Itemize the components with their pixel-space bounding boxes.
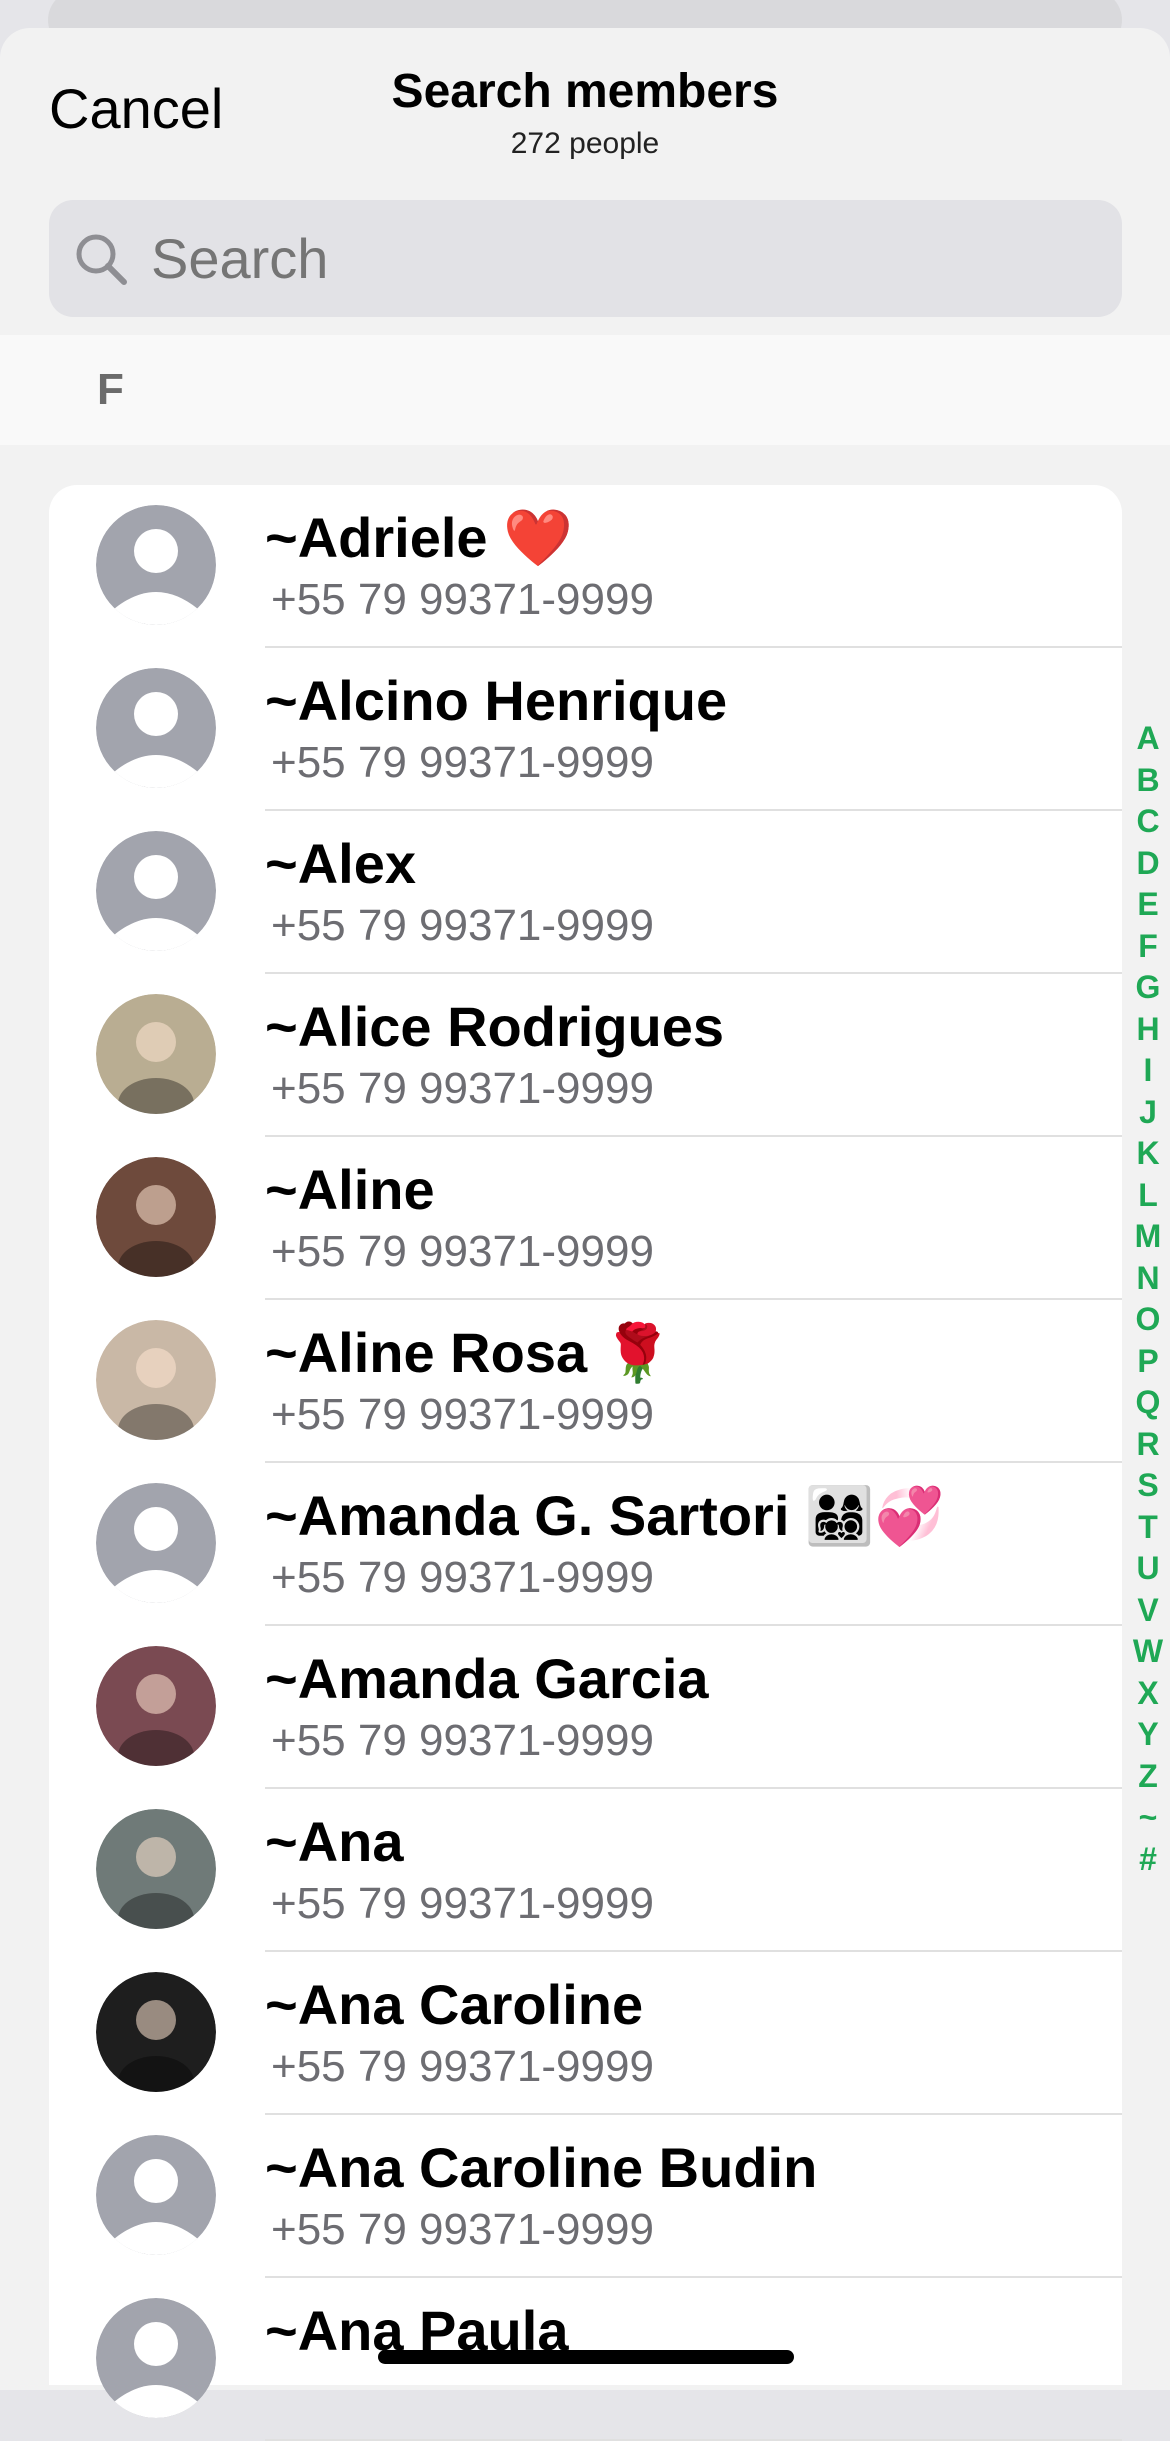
member-row[interactable]: ~Amanda G. Sartori 👨‍👩‍👧‍👦💞 +55 79 99371-… <box>49 1463 1122 1626</box>
member-row[interactable]: ~Ana Caroline +55 79 99371-9999 <box>49 1952 1122 2115</box>
sheet-header: Search members 272 people <box>0 64 1170 161</box>
index-letter[interactable]: K <box>1136 1133 1159 1175</box>
index-letter[interactable]: Q <box>1136 1382 1161 1424</box>
avatar-photo <box>96 1320 216 1440</box>
index-letter[interactable]: I <box>1144 1050 1153 1092</box>
default-avatar-icon <box>96 2135 216 2255</box>
member-phone: +55 79 99371-9999 <box>271 2042 654 2091</box>
index-letter[interactable]: P <box>1137 1341 1158 1383</box>
index-letter[interactable]: T <box>1138 1507 1158 1549</box>
index-letter[interactable]: C <box>1136 801 1159 843</box>
member-name: ~Ana Caroline Budin <box>265 2136 818 2199</box>
alphabet-index[interactable]: A B C D E F G H I J K L M N O P Q R S T U V W X Y Z ~ # <box>1130 718 1166 1880</box>
page-title: Search members <box>391 65 779 118</box>
index-letter[interactable]: D <box>1136 843 1159 885</box>
index-letter[interactable]: J <box>1139 1092 1157 1134</box>
index-letter[interactable]: Y <box>1137 1714 1158 1756</box>
member-row[interactable]: ~Alice Rodrigues +55 79 99371-9999 <box>49 974 1122 1137</box>
index-letter[interactable]: G <box>1136 967 1161 1009</box>
member-name: ~Ana <box>265 1810 404 1873</box>
member-phone: +55 79 99371-9999 <box>271 1553 654 1602</box>
member-row[interactable]: ~Ana Caroline Budin +55 79 99371-9999 <box>49 2115 1122 2278</box>
member-row[interactable]: ~Amanda Garcia +55 79 99371-9999 <box>49 1626 1122 1789</box>
member-row[interactable]: ~Aline +55 79 99371-9999 <box>49 1137 1122 1300</box>
member-row[interactable]: ~Ana +55 79 99371-9999 <box>49 1789 1122 1952</box>
member-row[interactable]: ~Aline Rosa 🌹 +55 79 99371-9999 <box>49 1300 1122 1463</box>
member-name: ~Amanda Garcia <box>265 1647 709 1710</box>
index-letter[interactable]: A <box>1136 718 1159 760</box>
member-phone: +55 79 99371-9999 <box>271 1227 654 1276</box>
index-letter[interactable]: H <box>1136 1009 1159 1051</box>
index-letter[interactable]: M <box>1135 1216 1162 1258</box>
index-letter[interactable]: U <box>1136 1548 1159 1590</box>
search-icon <box>76 234 127 285</box>
member-count: 272 people <box>510 127 660 160</box>
member-phone: +55 79 99371-9999 <box>271 2205 654 2254</box>
avatar-photo <box>96 1646 216 1766</box>
index-letter[interactable]: N <box>1136 1258 1159 1300</box>
member-phone: +55 79 99371-9999 <box>271 1064 654 1113</box>
index-letter[interactable]: X <box>1137 1673 1158 1715</box>
member-name: ~Adriele ❤️ <box>265 506 573 569</box>
home-indicator <box>378 2350 794 2364</box>
member-name: ~Alcino Henrique <box>265 669 728 732</box>
avatar-photo <box>96 1972 216 2092</box>
index-letter[interactable]: L <box>1138 1175 1158 1217</box>
member-phone: +55 79 99371-9999 <box>271 1879 654 1928</box>
default-avatar-icon <box>96 1483 216 1603</box>
search-input[interactable] <box>149 225 1053 292</box>
member-name: ~Amanda G. Sartori 👨‍👩‍👧‍👦💞 <box>265 1484 945 1547</box>
default-avatar-icon <box>96 668 216 788</box>
member-phone: +55 79 99371-9999 <box>271 738 654 787</box>
member-name: ~Aline <box>265 1158 435 1221</box>
index-letter[interactable]: O <box>1136 1299 1161 1341</box>
member-name: ~Ana Caroline <box>265 1973 644 2036</box>
default-avatar-icon <box>96 831 216 951</box>
index-letter[interactable]: # <box>1139 1839 1157 1881</box>
member-list: ~Adriele ❤️ +55 79 99371-9999 ~Alcino Henr… <box>49 485 1122 2441</box>
member-row[interactable]: ~Alex +55 79 99371-9999 <box>49 811 1122 974</box>
section-letter: F <box>97 365 124 414</box>
default-avatar-icon <box>96 2298 216 2418</box>
member-name: ~Alex <box>265 832 416 895</box>
avatar-photo <box>96 994 216 1114</box>
index-letter[interactable]: E <box>1137 884 1158 926</box>
member-phone: +55 79 99371-9999 <box>271 1390 654 1439</box>
member-phone: +55 79 99371-9999 <box>271 1716 654 1765</box>
member-name: ~Aline Rosa 🌹 <box>265 1321 673 1384</box>
member-phone: +55 79 99371-9999 <box>271 575 654 624</box>
member-row[interactable]: ~Alcino Henrique +55 79 99371-9999 <box>49 648 1122 811</box>
index-letter[interactable]: ~ <box>1139 1797 1158 1839</box>
member-row[interactable]: ~Adriele ❤️ +55 79 99371-9999 <box>49 485 1122 648</box>
member-name: ~Alice Rodrigues <box>265 995 725 1058</box>
avatar-photo <box>96 1157 216 1277</box>
search-bar[interactable] <box>49 200 1122 317</box>
default-avatar-icon <box>96 505 216 625</box>
index-letter[interactable]: W <box>1133 1631 1163 1673</box>
section-header: F <box>0 335 1170 445</box>
index-letter[interactable]: B <box>1136 760 1159 802</box>
index-letter[interactable]: V <box>1137 1590 1158 1632</box>
index-letter[interactable]: S <box>1137 1465 1158 1507</box>
index-letter[interactable]: R <box>1136 1424 1159 1466</box>
member-phone: +55 79 99371-9999 <box>271 901 654 950</box>
index-letter[interactable]: Z <box>1138 1756 1158 1798</box>
index-letter[interactable]: F <box>1138 926 1158 968</box>
avatar-photo <box>96 1809 216 1929</box>
